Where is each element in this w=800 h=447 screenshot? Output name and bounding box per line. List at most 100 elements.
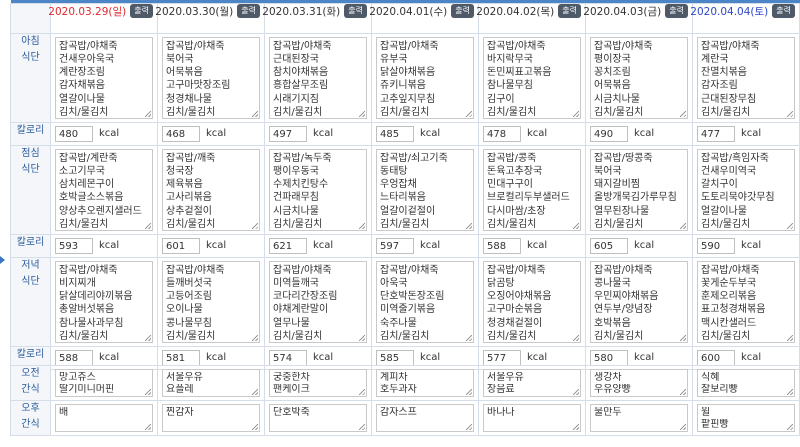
lunch-menu-textarea[interactable]: 잡곡밥/쇠고기죽 동태탕 우엉잡채 느타리볶음 얼갈이겉절이 김치/물김치 [376, 148, 474, 231]
resize-handle-icon[interactable] [787, 110, 793, 117]
resize-handle-icon[interactable] [359, 389, 365, 395]
dinner-menu-textarea[interactable]: 잡곡밥/야채죽 꽃게순두부국 훈제오리볶음 표고청경채볶음 맥시칸샐러드 김치/물김치 [697, 260, 795, 343]
resize-handle-icon[interactable] [466, 389, 472, 395]
am_snack-textarea[interactable]: 계피차 호두과자 [376, 369, 474, 397]
resize-handle-icon[interactable] [466, 222, 472, 229]
dinner-kcal-input[interactable]: 600 [697, 349, 735, 366]
dinner-kcal-input[interactable]: 588 [55, 349, 93, 366]
print-button[interactable]: 출력 [130, 4, 153, 18]
pm_snack-textarea[interactable]: 배 [55, 404, 153, 432]
breakfast-menu-textarea[interactable]: 잡곡밥/야채죽 평이장국 꽁치조림 어묵볶음 시금치나물 김치/물김치 [590, 36, 688, 119]
resize-handle-icon[interactable] [145, 222, 151, 229]
am_snack-textarea[interactable]: 서울우유 장음료 [483, 369, 581, 397]
resize-handle-icon[interactable] [573, 424, 579, 430]
pm_snack-textarea[interactable]: 윌 팥핀빵 [697, 404, 795, 432]
breakfast-kcal-input[interactable]: 478 [483, 125, 521, 142]
print-button[interactable]: 출력 [344, 4, 367, 18]
resize-handle-icon[interactable] [573, 222, 579, 229]
resize-handle-icon[interactable] [252, 389, 258, 395]
breakfast-menu-textarea[interactable]: 잡곡밥/야채죽 근대된장국 참치야채볶음 흥합살무조림 시래기지짐 김치/물김치 [269, 36, 367, 119]
dinner-menu-textarea[interactable]: 잡곡밥/야채죽 닭곰탕 오징어야채볶음 고구마순볶음 청경채겉절이 김치/물김치 [483, 260, 581, 343]
print-button[interactable]: 출력 [665, 4, 688, 18]
resize-handle-icon[interactable] [252, 222, 258, 229]
breakfast-menu-textarea[interactable]: 잡곡밥/야채죽 북어국 어묵볶음 고구마맛장조림 청경채나물 김치/물김치 [162, 36, 260, 119]
breakfast-menu-textarea[interactable]: 잡곡밥/야채죽 유부국 닭살야채볶음 쥬키니볶음 고추잎지무침 김치/물김치 [376, 36, 474, 119]
breakfast-menu-textarea[interactable]: 잡곡밥/야채죽 건새우아욱국 계란장조림 감자채볶음 열갈이나물 김치/물김치 [55, 36, 153, 119]
resize-handle-icon[interactable] [145, 389, 151, 395]
resize-handle-icon[interactable] [466, 110, 472, 117]
dinner-kcal-input[interactable]: 577 [483, 349, 521, 366]
resize-handle-icon[interactable] [787, 424, 793, 430]
breakfast-kcal-input[interactable]: 480 [55, 125, 93, 142]
dinner-menu-textarea[interactable]: 잡곡밥/야채죽 미역들깨국 코다리간장조림 야채계란말이 열무나물 김치/물김치 [269, 260, 367, 343]
expand-arrow-icon[interactable] [0, 256, 5, 264]
breakfast-kcal-input[interactable]: 490 [590, 125, 628, 142]
print-button[interactable]: 출력 [237, 4, 260, 18]
breakfast-menu-textarea[interactable]: 잡곡밥/야채죽 바지락무국 돈민찌표고볶음 참나물무침 김구이 김치/물김치 [483, 36, 581, 119]
dinner-menu-textarea[interactable]: 잡곡밥/야채죽 아욱국 단호박돈장조림 미역줄기볶음 숙주나물 김치/물김치 [376, 260, 474, 343]
lunch-kcal-input[interactable]: 588 [483, 237, 521, 254]
resize-handle-icon[interactable] [466, 424, 472, 430]
breakfast-kcal-input[interactable]: 497 [269, 125, 307, 142]
lunch-menu-textarea[interactable]: 잡곡밥/땅콩죽 북어국 돼지갈비찜 올방개묵김가루무침 열무된장나물 김치/물김치 [590, 148, 688, 231]
pm_snack-textarea[interactable]: 단호박죽 [269, 404, 367, 432]
resize-handle-icon[interactable] [466, 334, 472, 341]
resize-handle-icon[interactable] [145, 334, 151, 341]
pm_snack-textarea[interactable]: 물만두 [590, 404, 688, 432]
dinner-menu-textarea[interactable]: 잡곡밥/야채죽 콩나물국 우민찌야채볶음 연두부/양념장 호박볶음 김치/물김치 [590, 260, 688, 343]
lunch-kcal-input[interactable]: 621 [269, 237, 307, 254]
pm_snack-textarea[interactable]: 바나나 [483, 404, 581, 432]
lunch-kcal-input[interactable]: 593 [55, 237, 93, 254]
resize-handle-icon[interactable] [573, 110, 579, 117]
am_snack-textarea[interactable]: 서울우유 요플레 [162, 369, 260, 397]
breakfast-menu-textarea[interactable]: 잡곡밥/야채죽 계란국 잔멸치볶음 감자조림 근대된장무침 김치/물김치 [697, 36, 795, 119]
breakfast-kcal-input[interactable]: 468 [162, 125, 200, 142]
am_snack-textarea[interactable]: 궁중한차 팬케이크 [269, 369, 367, 397]
am_snack-textarea[interactable]: 망고쥬스 딸기미니머핀 [55, 369, 153, 397]
lunch-menu-textarea[interactable]: 잡곡밥/깨죽 청국장 제육볶음 고사리볶음 상추겉절이 김치/물김치 [162, 148, 260, 231]
print-button[interactable]: 출력 [451, 4, 474, 18]
resize-handle-icon[interactable] [573, 389, 579, 395]
lunch-menu-textarea[interactable]: 잡곡밥/녹두죽 팽이우동국 수제치킨탕수 건파래무침 시금치나물 김치/물김치 [269, 148, 367, 231]
resize-handle-icon[interactable] [680, 424, 686, 430]
lunch-kcal-input[interactable]: 601 [162, 237, 200, 254]
pm_snack-textarea[interactable]: 찐감자 [162, 404, 260, 432]
resize-handle-icon[interactable] [680, 222, 686, 229]
print-button[interactable]: 출력 [772, 4, 795, 18]
resize-handle-icon[interactable] [145, 424, 151, 430]
breakfast-kcal-input[interactable]: 477 [697, 125, 735, 142]
resize-handle-icon[interactable] [680, 110, 686, 117]
dinner-menu-textarea[interactable]: 잡곡밥/야채죽 비지찌개 닭살데리야끼볶음 총알버섯볶음 참나물사과무침 김치/물김치 [55, 260, 153, 343]
am_snack-textarea[interactable]: 식혜 찰보리빵 [697, 369, 795, 397]
lunch-menu-textarea[interactable]: 잡곡밥/계란죽 소고기무국 삼치레몬구이 호박글소스볶음 양상추오렌지샐러드 김치/물김치 [55, 148, 153, 231]
snack-item: 서울우유 [487, 372, 524, 383]
resize-handle-icon[interactable] [573, 334, 579, 341]
resize-handle-icon[interactable] [787, 334, 793, 341]
pm_snack-textarea[interactable]: 감자스프 [376, 404, 474, 432]
lunch-kcal-input[interactable]: 605 [590, 237, 628, 254]
resize-handle-icon[interactable] [787, 222, 793, 229]
dinner-kcal-input[interactable]: 574 [269, 349, 307, 366]
resize-handle-icon[interactable] [252, 334, 258, 341]
resize-handle-icon[interactable] [252, 424, 258, 430]
dinner-kcal-input[interactable]: 580 [590, 349, 628, 366]
am_snack-textarea[interactable]: 생강차 우유양빵 [590, 369, 688, 397]
dinner-menu-textarea[interactable]: 잡곡밥/야채죽 들깨버섯국 고등어조림 오이나물 콩나물무침 김치/물김치 [162, 260, 260, 343]
resize-handle-icon[interactable] [359, 334, 365, 341]
breakfast-kcal-input[interactable]: 485 [376, 125, 414, 142]
resize-handle-icon[interactable] [680, 334, 686, 341]
lunch-kcal-input[interactable]: 590 [697, 237, 735, 254]
resize-handle-icon[interactable] [359, 424, 365, 430]
resize-handle-icon[interactable] [145, 110, 151, 117]
dinner-kcal-input[interactable]: 581 [162, 349, 200, 366]
lunch-kcal-input[interactable]: 597 [376, 237, 414, 254]
resize-handle-icon[interactable] [359, 110, 365, 117]
resize-handle-icon[interactable] [359, 222, 365, 229]
resize-handle-icon[interactable] [787, 389, 793, 395]
resize-handle-icon[interactable] [252, 110, 258, 117]
lunch-menu-textarea[interactable]: 잡곡밥/콩죽 돈육고추장국 민대구구이 브로컬리두부샐러드 다시마쌈/초장 김치/물김치 [483, 148, 581, 231]
dinner-kcal-input[interactable]: 585 [376, 349, 414, 366]
resize-handle-icon[interactable] [680, 389, 686, 395]
lunch-menu-textarea[interactable]: 잡곡밥/흑임자죽 건새우미역국 갈치구이 도토리묵야갓무침 얼갈이나물 김치/물김치 [697, 148, 795, 231]
print-button[interactable]: 출력 [558, 4, 581, 18]
